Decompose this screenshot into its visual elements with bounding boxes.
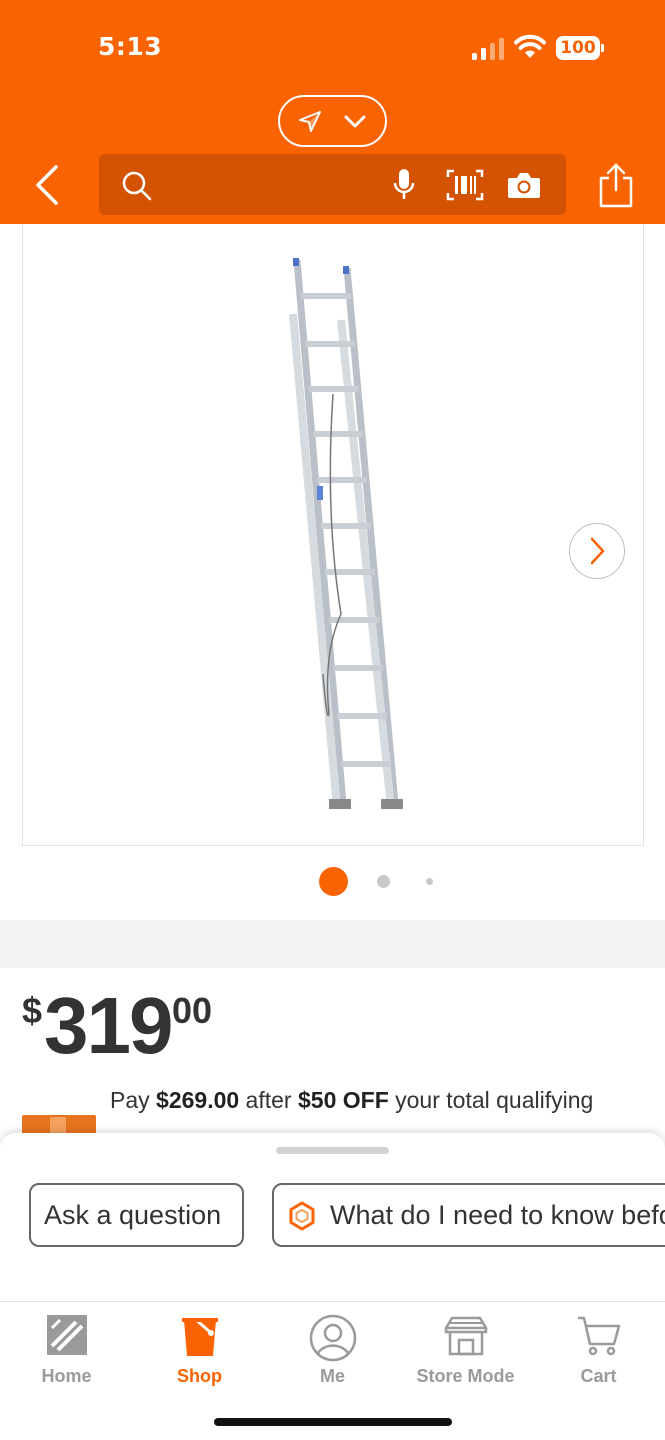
tab-me[interactable]: Me	[266, 1302, 399, 1402]
cart-icon	[577, 1316, 620, 1356]
product-info-label: What do I need to know before	[330, 1200, 665, 1230]
tab-shop[interactable]: Shop	[133, 1302, 266, 1402]
tab-store-mode[interactable]: Store Mode	[399, 1302, 532, 1402]
share-icon[interactable]	[596, 162, 636, 208]
pagination-dot-active[interactable]	[319, 867, 348, 896]
promo-text[interactable]: Pay $269.00 after $50 OFF your total qua…	[110, 1087, 593, 1114]
chevron-down-icon	[344, 115, 366, 128]
product-image-extension-ladder	[289, 258, 403, 809]
pagination-dot[interactable]	[377, 875, 390, 888]
cellular-signal-icon	[472, 38, 504, 60]
location-arrow-icon	[299, 111, 321, 132]
status-time: 5:13	[98, 32, 163, 61]
sheet-grabber[interactable]	[276, 1147, 389, 1154]
camera-icon[interactable]	[507, 171, 541, 199]
ask-question-label: Ask a question	[44, 1200, 222, 1230]
chevron-right-icon	[590, 537, 604, 564]
store-location-selector[interactable]	[278, 95, 387, 147]
tab-shop-label: Shop	[177, 1366, 222, 1386]
back-chevron-icon[interactable]	[30, 164, 66, 206]
search-icon	[122, 171, 152, 201]
user-icon	[309, 1314, 356, 1362]
search-bar[interactable]	[99, 154, 566, 215]
price-currency: $	[22, 990, 43, 1031]
home-depot-logo-icon	[46, 1315, 87, 1355]
price-cents: 00	[172, 990, 213, 1031]
wifi-icon	[514, 34, 546, 58]
battery-indicator: 100	[556, 36, 604, 60]
section-divider	[0, 920, 665, 968]
home-indicator[interactable]	[214, 1418, 452, 1426]
ask-question-button[interactable]: Ask a question	[29, 1183, 244, 1247]
tab-cart-label: Cart	[580, 1366, 617, 1386]
tab-me-label: Me	[319, 1366, 345, 1386]
microphone-icon[interactable]	[393, 168, 415, 202]
tab-cart[interactable]: Cart	[532, 1302, 665, 1402]
app-header: 5:13 100	[0, 0, 665, 224]
tab-store-mode-label: Store Mode	[416, 1366, 515, 1386]
store-icon	[444, 1316, 487, 1356]
shop-bucket-icon	[181, 1316, 218, 1356]
ai-hexagon-icon	[289, 1201, 315, 1231]
product-image-frame[interactable]	[22, 224, 644, 846]
pagination-dot[interactable]	[426, 878, 433, 885]
bottom-tab-bar: Home Shop Me Store Mode Cart	[0, 1301, 665, 1440]
price-dollars: 319	[44, 981, 173, 1070]
gallery-pagination	[0, 867, 665, 897]
barcode-icon[interactable]	[446, 169, 484, 201]
credit-card-promo-image	[22, 1115, 96, 1135]
product-gallery	[0, 224, 665, 920]
product-info-button[interactable]: What do I need to know before	[272, 1183, 665, 1247]
next-image-button[interactable]	[569, 523, 625, 579]
tab-home-label: Home	[41, 1366, 92, 1386]
tab-home[interactable]: Home	[0, 1302, 133, 1402]
